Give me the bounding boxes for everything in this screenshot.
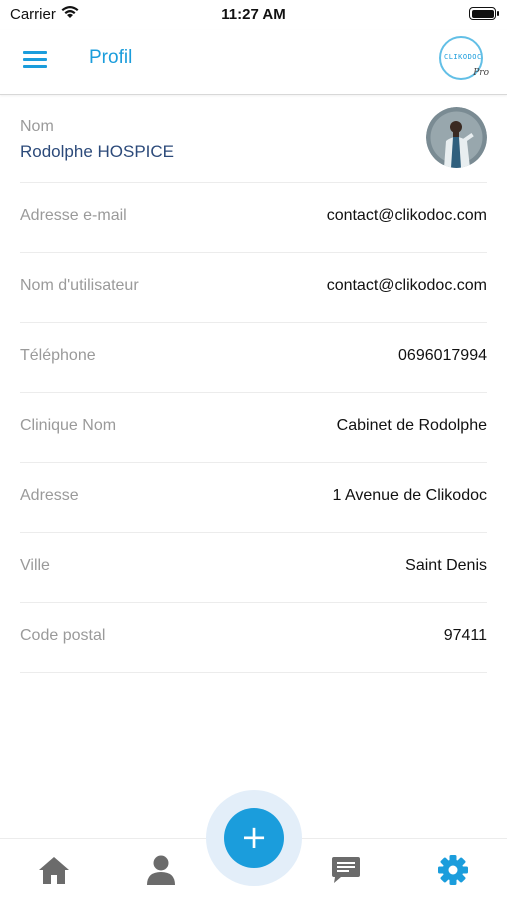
status-time: 11:27 AM bbox=[221, 6, 286, 23]
field-label: Adresse e-mail bbox=[20, 207, 127, 224]
field-row-address: Adresse 1 Avenue de Clikodoc bbox=[20, 463, 487, 533]
field-row-clinic: Clinique Nom Cabinet de Rodolphe bbox=[20, 393, 487, 463]
tab-profile[interactable] bbox=[144, 853, 178, 887]
name-value: Rodolphe HOSPICE bbox=[20, 142, 175, 161]
profile-name-row: Nom Rodolphe HOSPICE bbox=[20, 95, 487, 183]
tab-settings[interactable] bbox=[436, 853, 470, 887]
hamburger-menu-icon[interactable] bbox=[23, 51, 47, 71]
name-label: Nom bbox=[20, 118, 54, 135]
field-row-postal-code: Code postal 97411 bbox=[20, 603, 487, 673]
logo-text: CLIKODOC bbox=[444, 53, 482, 61]
clikodoc-logo: CLIKODOC Pro bbox=[439, 36, 489, 86]
page-title: Profil bbox=[89, 47, 133, 68]
field-label: Clinique Nom bbox=[20, 417, 117, 434]
add-button[interactable]: + bbox=[224, 808, 284, 868]
logo-pro-label: Pro bbox=[473, 68, 489, 78]
field-label: Adresse bbox=[20, 487, 79, 504]
field-label: Nom d'utilisateur bbox=[20, 277, 139, 294]
status-bar: Carrier 11:27 AM bbox=[0, 0, 507, 30]
field-row-city: Ville Saint Denis bbox=[20, 533, 487, 603]
field-label: Code postal bbox=[20, 627, 106, 644]
field-label: Téléphone bbox=[20, 347, 96, 364]
chat-icon bbox=[332, 857, 360, 883]
field-label: Ville bbox=[20, 557, 50, 574]
doctor-avatar[interactable] bbox=[426, 107, 487, 168]
gear-icon bbox=[438, 855, 468, 885]
profile-details: Nom Rodolphe HOSPICE Adresse e-mail cont… bbox=[20, 95, 487, 673]
field-row-email: Adresse e-mail contact@clikodoc.com bbox=[20, 183, 487, 253]
field-row-phone: Téléphone 0696017994 bbox=[20, 323, 487, 393]
tab-home[interactable] bbox=[37, 853, 71, 887]
field-value: contact@clikodoc.com bbox=[326, 277, 487, 294]
field-value: Cabinet de Rodolphe bbox=[336, 417, 487, 434]
tab-messages[interactable] bbox=[329, 853, 363, 887]
field-value: 0696017994 bbox=[398, 347, 487, 364]
field-value: Saint Denis bbox=[405, 557, 487, 574]
field-value: 1 Avenue de Clikodoc bbox=[332, 487, 487, 504]
plus-icon: + bbox=[240, 818, 268, 856]
field-row-username: Nom d'utilisateur contact@clikodoc.com bbox=[20, 253, 487, 323]
field-value: 97411 bbox=[443, 627, 487, 644]
field-value: contact@clikodoc.com bbox=[326, 207, 487, 224]
battery-icon bbox=[469, 7, 499, 20]
app-header: Profil CLIKODOC Pro bbox=[0, 30, 507, 95]
user-icon bbox=[147, 855, 175, 885]
home-icon bbox=[39, 857, 69, 884]
